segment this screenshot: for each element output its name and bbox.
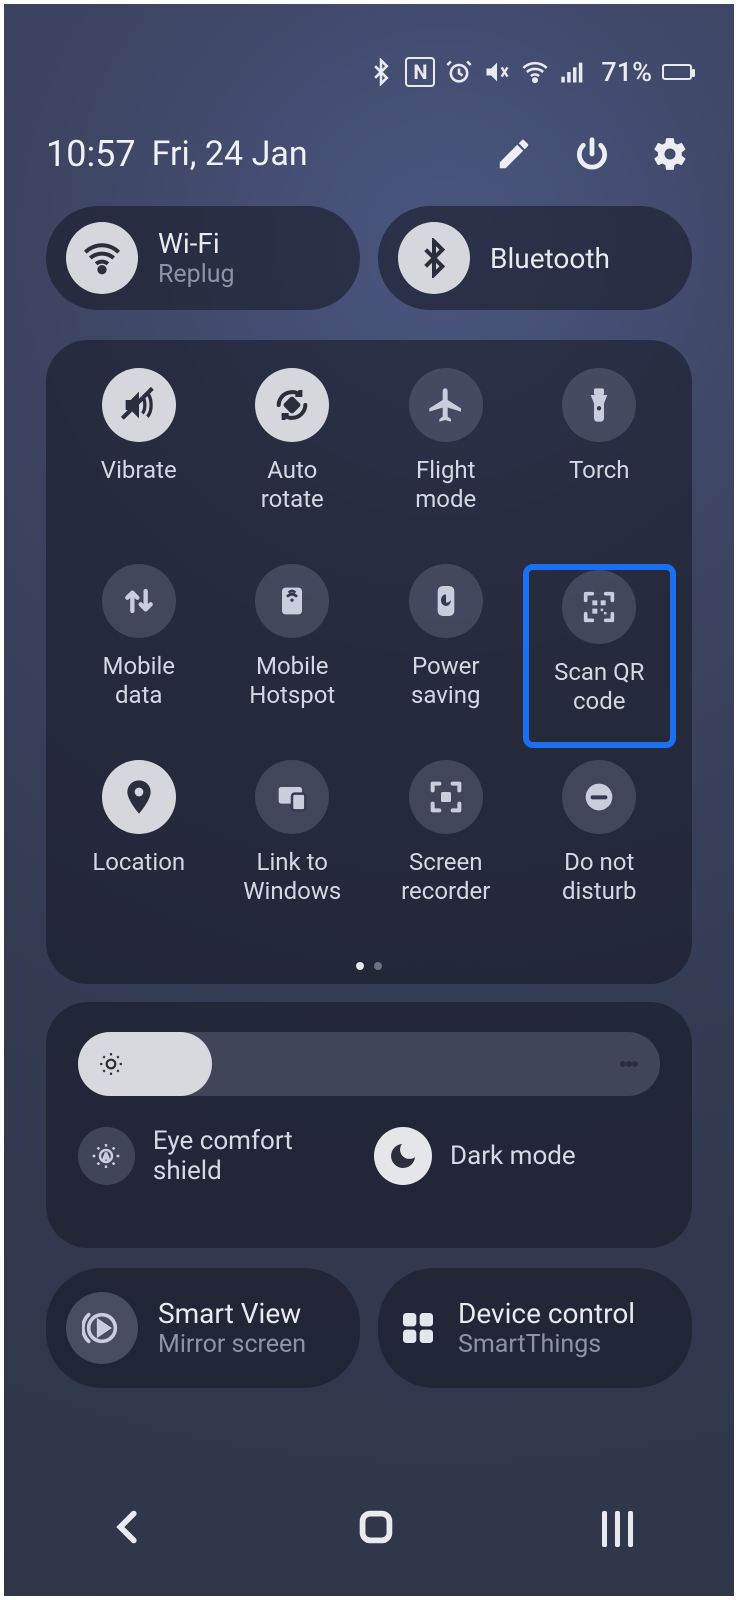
svg-text:A: A	[103, 1152, 109, 1163]
wifi-subtitle: Replug	[158, 260, 235, 289]
clock-date[interactable]: Fri, 24 Jan	[152, 134, 308, 174]
bluetooth-pill-icon	[398, 222, 470, 294]
wifi-icon	[521, 58, 549, 86]
dnd-icon	[562, 760, 636, 834]
linkwindows-label: Link to Windows	[243, 848, 341, 906]
tile-flightmode[interactable]: Flight mode	[369, 368, 523, 552]
eye-comfort-toggle[interactable]: A Eye comfort shield	[78, 1126, 364, 1186]
status-bar: N 71%	[367, 56, 692, 88]
screenrec-icon	[409, 760, 483, 834]
location-icon	[102, 760, 176, 834]
tile-vibrate[interactable]: Vibrate	[62, 368, 216, 552]
page-dots[interactable]	[46, 962, 692, 970]
alarm-icon	[445, 58, 473, 86]
autorotate-icon	[255, 368, 329, 442]
mobiledata-icon	[102, 564, 176, 638]
eye-comfort-label: Eye comfort shield	[153, 1126, 364, 1186]
power-button[interactable]	[570, 132, 614, 176]
device-control-icon	[398, 1308, 438, 1348]
dark-mode-toggle[interactable]: Dark mode	[374, 1126, 660, 1186]
tile-linkwindows[interactable]: Link to Windows	[216, 760, 370, 944]
location-label: Location	[92, 848, 185, 906]
powersave-icon	[409, 564, 483, 638]
clock-time[interactable]: 10:57	[46, 133, 136, 175]
brightness-icon	[98, 1051, 124, 1077]
bluetooth-title: Bluetooth	[490, 242, 610, 275]
wifi-pill-icon	[66, 222, 138, 294]
dnd-label: Do not disturb	[562, 848, 636, 906]
tile-torch[interactable]: Torch	[523, 368, 677, 552]
eye-comfort-icon: A	[78, 1127, 135, 1185]
settings-button[interactable]	[648, 132, 692, 176]
battery-icon	[662, 64, 692, 80]
torch-icon	[562, 368, 636, 442]
nav-bar	[4, 1504, 734, 1554]
flightmode-icon	[409, 368, 483, 442]
tile-dnd[interactable]: Do not disturb	[523, 760, 677, 944]
tile-autorotate[interactable]: Auto rotate	[216, 368, 370, 552]
brightness-slider[interactable]	[78, 1032, 660, 1096]
battery-label: 71%	[601, 56, 652, 88]
tile-powersave[interactable]: Power saving	[369, 564, 523, 748]
autorotate-label: Auto rotate	[261, 456, 324, 514]
powersave-label: Power saving	[411, 652, 480, 710]
device-control-title: Device control	[458, 1297, 635, 1330]
tile-scanqr[interactable]: Scan QR code	[523, 564, 677, 748]
wifi-title: Wi-Fi	[158, 227, 235, 260]
tile-hotspot[interactable]: Mobile Hotspot	[216, 564, 370, 748]
screenrec-label: Screen recorder	[401, 848, 490, 906]
wifi-toggle[interactable]: Wi-Fi Replug	[46, 206, 360, 310]
dark-mode-icon	[374, 1127, 432, 1185]
smart-view-icon	[66, 1292, 138, 1364]
nfc-icon: N	[405, 57, 435, 87]
header-row: 10:57 Fri, 24 Jan	[46, 132, 692, 176]
tile-mobiledata[interactable]: Mobile data	[62, 564, 216, 748]
scanqr-icon	[562, 570, 636, 644]
signal-icon	[559, 58, 587, 86]
vibrate-label: Vibrate	[101, 456, 177, 514]
bluetooth-toggle[interactable]: Bluetooth	[378, 206, 692, 310]
scanqr-label: Scan QR code	[554, 658, 644, 716]
smart-view-title: Smart View	[158, 1297, 306, 1330]
brightness-menu-icon[interactable]	[620, 1058, 638, 1070]
torch-label: Torch	[569, 456, 630, 514]
bluetooth-icon	[367, 58, 395, 86]
tile-screenrec[interactable]: Screen recorder	[369, 760, 523, 944]
recents-button[interactable]	[602, 1511, 633, 1547]
mobiledata-label: Mobile data	[102, 652, 175, 710]
home-button[interactable]	[353, 1504, 399, 1554]
dark-mode-label: Dark mode	[450, 1141, 576, 1171]
back-button[interactable]	[105, 1504, 151, 1554]
vibrate-icon	[102, 368, 176, 442]
brightness-panel: A Eye comfort shield Dark mode	[46, 1002, 692, 1248]
smart-view-subtitle: Mirror screen	[158, 1330, 306, 1359]
hotspot-icon	[255, 564, 329, 638]
device-control-button[interactable]: Device control SmartThings	[378, 1268, 692, 1388]
flightmode-label: Flight mode	[415, 456, 476, 514]
quick-panel: Vibrate Auto rotate Flight mode Torch Mobile…	[46, 340, 692, 984]
mute-icon	[483, 58, 511, 86]
device-control-subtitle: SmartThings	[458, 1330, 635, 1359]
smart-view-button[interactable]: Smart View Mirror screen	[46, 1268, 360, 1388]
linkwindows-icon	[255, 760, 329, 834]
edit-button[interactable]	[492, 132, 536, 176]
tile-location[interactable]: Location	[62, 760, 216, 944]
hotspot-label: Mobile Hotspot	[249, 652, 335, 710]
